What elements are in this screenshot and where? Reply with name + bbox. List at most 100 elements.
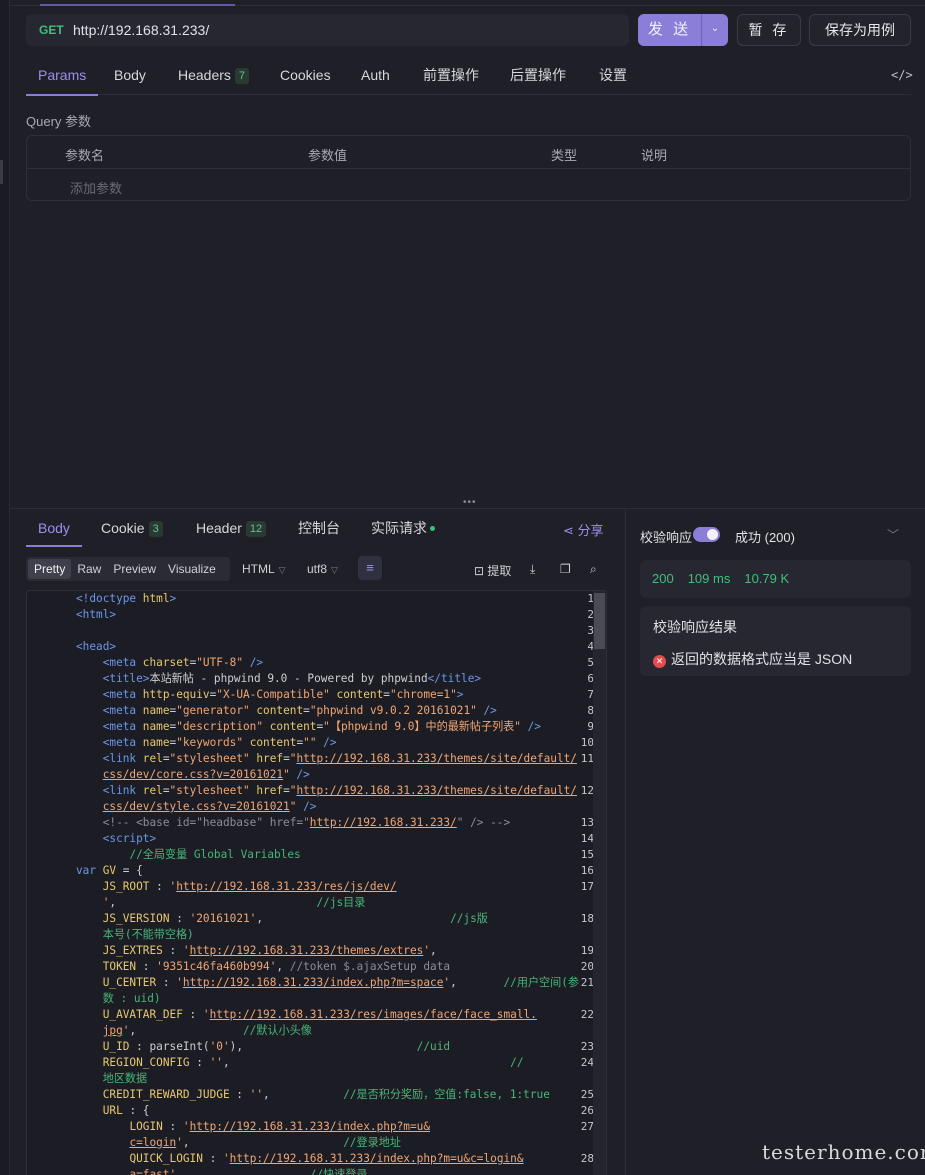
code-token: //登录地址 <box>343 1136 401 1149</box>
code-token: 本站新帖 - phpwind 9.0 - Powered by phpwind <box>149 672 428 685</box>
code-token: ' <box>182 1120 190 1133</box>
code-line: var GV = { <box>76 863 143 879</box>
view-raw[interactable]: Raw <box>71 559 107 579</box>
code-token: = <box>383 688 390 701</box>
code-token: = <box>283 784 290 797</box>
code-token: html <box>142 592 170 605</box>
response-tabs: Body Cookie 3 Header 12 控制台 实际请求 <box>26 512 611 547</box>
code-token: : { <box>122 1104 150 1117</box>
verify-result-card: 校验响应结果 ✕ 返回的数据格式应当是 JSON <box>640 606 911 676</box>
code-token: //js版 <box>450 912 488 925</box>
code-line: a=fast', //快速登录 <box>76 1167 367 1175</box>
save-as-case-button[interactable]: 保存为用例 <box>809 14 911 46</box>
code-line: U_ID : parseInt('0'), //uid <box>76 1039 450 1055</box>
code-token: JS_EXTRES <box>102 944 163 957</box>
url-bar[interactable]: GET http://192.168.31.233/ <box>26 14 629 46</box>
drag-handle-icon[interactable]: ••• <box>463 497 477 508</box>
chevron-down-icon[interactable]: ⌄ <box>701 14 728 46</box>
cookie-count-badge: 3 <box>148 521 163 537</box>
tab-console[interactable]: 控制台 <box>298 512 340 546</box>
code-token: 本号(不能带空格) <box>102 928 194 941</box>
code-scrollbar[interactable] <box>593 591 606 1175</box>
tab-auth[interactable]: Auth <box>361 58 390 95</box>
tab-settings[interactable]: 设置 <box>599 58 627 95</box>
tab-response-body[interactable]: Body <box>26 512 82 547</box>
code-token: = <box>283 752 290 765</box>
tab-label: Body <box>38 520 70 536</box>
response-code-view[interactable]: 1 <!doctype html> 2 <html> 3 4 <head> 5 <meta c… <box>26 590 607 1175</box>
tab-actual-request[interactable]: 实际请求 <box>371 512 435 546</box>
code-token: , <box>129 1024 243 1037</box>
format-select[interactable]: HTML ▽ <box>242 562 286 576</box>
view-visualize[interactable]: Visualize <box>162 559 222 579</box>
copy-icon[interactable]: ❐ <box>560 562 571 576</box>
save-button[interactable]: 暂 存 <box>737 14 801 46</box>
tab-label: 后置操作 <box>510 67 566 83</box>
tab-pre-processors[interactable]: 前置操作 <box>423 58 479 95</box>
code-token: : <box>189 1056 210 1069</box>
code-icon[interactable]: </> <box>891 68 913 82</box>
scrollbar-thumb[interactable] <box>594 593 605 649</box>
verify-toggle[interactable] <box>693 527 720 542</box>
search-icon[interactable]: ⌕ <box>590 562 597 577</box>
chevron-down-icon[interactable]: ﹀ <box>887 526 899 543</box>
code-token: = <box>303 704 310 717</box>
add-param-input[interactable]: 添加参数 <box>70 178 122 197</box>
line-number: 14 <box>580 832 594 845</box>
tab-params[interactable]: Params <box>25 58 99 96</box>
tab-post-processors[interactable]: 后置操作 <box>510 58 566 95</box>
line-number: 17 <box>580 880 594 893</box>
left-edge-panel <box>0 0 10 1175</box>
tab-headers[interactable]: Headers 7 <box>178 58 250 95</box>
code-token: '9351c46fa460b994' <box>156 960 277 973</box>
encoding-select[interactable]: utf8 ▽ <box>307 562 338 576</box>
tab-body[interactable]: Body <box>114 58 146 95</box>
method-select[interactable]: GET <box>39 23 73 37</box>
code-line: ', //js目录 <box>76 895 366 911</box>
tab-response-header[interactable]: Header 12 <box>196 512 267 546</box>
tab-response-cookie[interactable]: Cookie 3 <box>101 512 163 546</box>
watermark: testerhome.com <box>762 1140 925 1164</box>
share-button[interactable]: ⋖ 分享 <box>563 520 604 539</box>
code-token: http://192.168.31.233/themes/site/defaul… <box>296 752 577 765</box>
tab-label: 实际请求 <box>371 520 427 536</box>
response-stats: 200 109 ms 10.79 K <box>640 560 911 598</box>
code-token: /> <box>316 736 337 749</box>
verify-response-label: 校验响应 <box>640 530 693 545</box>
panel-resize-handle[interactable] <box>0 160 3 184</box>
send-button-group[interactable]: 发 送 ⌄ <box>638 14 728 46</box>
download-icon[interactable]: ⤓ <box>530 562 535 577</box>
header-count-badge: 12 <box>245 521 267 537</box>
code-token: c=login <box>129 1136 177 1149</box>
line-number: 24 <box>580 1056 594 1069</box>
code-token: : <box>202 1152 223 1165</box>
view-pretty[interactable]: Pretty <box>28 559 72 579</box>
url-input[interactable]: http://192.168.31.233/ <box>73 22 209 38</box>
code-token: http://192.168.31.233/index.php?m=u&c=lo… <box>229 1152 524 1165</box>
extract-button[interactable]: ⊡ 提取 <box>474 562 511 579</box>
line-number: 16 <box>580 864 594 877</box>
code-token: /> <box>476 704 497 717</box>
active-tab-indicator <box>40 4 235 6</box>
code-token: , <box>430 944 437 957</box>
send-button[interactable]: 发 送 <box>638 14 701 46</box>
code-token: : parseInt( <box>129 1040 210 1053</box>
word-wrap-icon[interactable]: ≡ <box>358 556 382 580</box>
view-preview[interactable]: Preview <box>107 559 162 579</box>
code-token: : <box>149 880 170 893</box>
encoding-value: utf8 <box>307 562 328 576</box>
tab-cookies[interactable]: Cookies <box>280 58 331 95</box>
code-token: "chrome=1" <box>389 688 457 701</box>
view-mode-switch: Pretty Raw Preview Visualize <box>26 557 230 581</box>
